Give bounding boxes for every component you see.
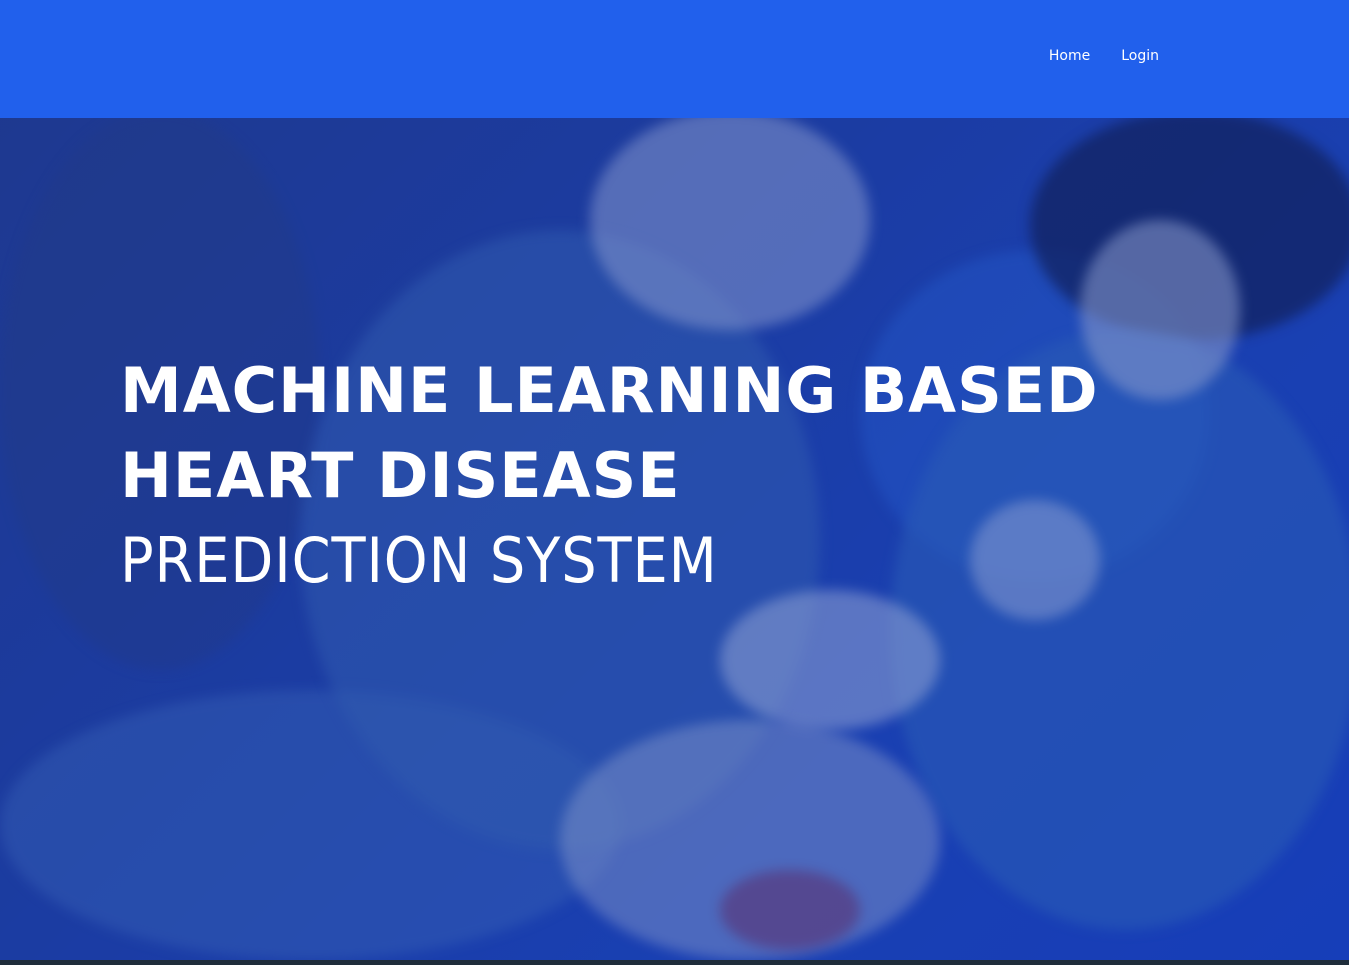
nav-home-link[interactable]: Home [1049, 48, 1090, 64]
hero-title-line-1: MACHINE LEARNING BASED [120, 354, 1099, 427]
hero-title-line-2: HEART DISEASE [120, 439, 681, 512]
nav-links: Home Login [1049, 48, 1159, 64]
hero-title: MACHINE LEARNING BASED HEART DISEASE PRE… [120, 348, 1099, 604]
nav-login-link[interactable]: Login [1121, 48, 1159, 64]
footer-strip [0, 960, 1349, 965]
hero-title-line-3: PREDICTION SYSTEM [120, 524, 718, 597]
hero-section: Home Login MACHINE LEARNING BASED HEART … [0, 0, 1349, 960]
top-navbar: Home Login [0, 0, 1349, 118]
